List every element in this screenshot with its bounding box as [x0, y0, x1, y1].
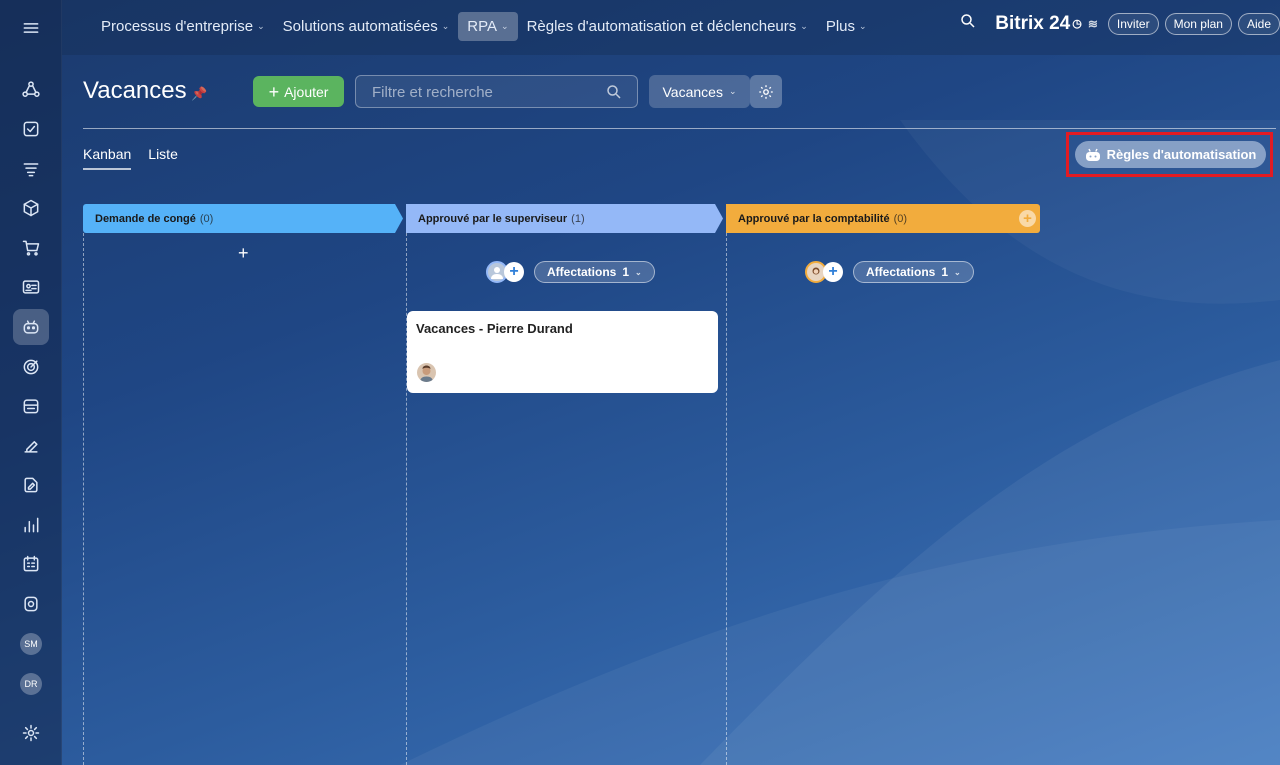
menu-icon[interactable] [13, 10, 49, 46]
logo-text: Bitrix 24 [995, 12, 1071, 34]
column-divider [83, 233, 84, 765]
nav-label: Processus d'entreprise [101, 18, 254, 35]
workflow-icon[interactable] [13, 72, 49, 108]
settings-toggle-icon: ≋ [1087, 16, 1098, 31]
robot-icon[interactable] [13, 309, 49, 345]
invite-button[interactable]: Inviter [1107, 12, 1159, 35]
marketplace-icon[interactable] [13, 586, 49, 622]
avatar[interactable]: DR [20, 673, 42, 695]
column-header-accounting[interactable]: Approuvé par la comptabilité (0) [726, 204, 1040, 233]
tab-list[interactable]: Liste [148, 146, 178, 170]
nav-label: Règles d'automatisation et déclencheurs [526, 18, 797, 35]
column-divider [406, 233, 407, 765]
add-button[interactable]: + Ajouter [253, 76, 344, 107]
sign-icon[interactable] [13, 428, 49, 464]
assignments-label: Affectations [866, 265, 936, 279]
column-title: Demande de congé [95, 212, 196, 225]
assignments-dropdown[interactable]: Affectations 1 ⌄ [534, 261, 655, 283]
assignments-row: + Affectations 1 ⌄ [805, 261, 974, 283]
contact-card-icon[interactable] [13, 269, 49, 305]
column-title: Approuvé par la comptabilité [738, 212, 890, 225]
highlight-box: Règles d'automatisation [1066, 132, 1273, 177]
cart-icon[interactable] [13, 230, 49, 266]
document-edit-icon[interactable] [13, 467, 49, 503]
header-divider [83, 128, 1276, 129]
plus-icon: + [268, 81, 280, 102]
automation-rules-label: Règles d'automatisation [1106, 147, 1257, 162]
top-right-actions: Bitrix 24 ◷ ≋ Inviter Mon plan Aide [959, 12, 1280, 35]
plan-button[interactable]: Mon plan [1164, 12, 1232, 35]
view-label: Vacances [662, 83, 723, 100]
nav-automated-solutions[interactable]: Solutions automatisées ⌄ [274, 12, 459, 41]
column-divider [726, 233, 727, 765]
nav-automation-rules[interactable]: Règles d'automatisation et déclencheurs ⌄ [518, 12, 817, 41]
help-button[interactable]: Aide [1237, 12, 1280, 35]
nav-more[interactable]: Plus ⌄ [817, 12, 876, 41]
avatar[interactable]: SM [20, 633, 42, 655]
search-icon[interactable] [959, 12, 977, 35]
analytics-icon[interactable] [13, 507, 49, 543]
column-count: (1) [571, 212, 585, 225]
chevron-down-icon: ⌄ [635, 267, 642, 277]
chevron-down-icon: ⌄ [954, 267, 961, 277]
calendar-icon[interactable] [13, 546, 49, 582]
assignments-count: 1 [941, 265, 949, 279]
left-sidebar: SM DR [0, 0, 62, 765]
chevron-down-icon: ⌄ [728, 86, 737, 96]
robot-icon [1085, 148, 1100, 161]
box-icon[interactable] [13, 190, 49, 226]
assignments-count: 1 [622, 265, 630, 279]
view-tabs: Kanban Liste [83, 146, 178, 170]
search-placeholder: Filtre et recherche [372, 84, 493, 101]
column-header-leave-request[interactable]: Demande de congé (0) [83, 204, 403, 233]
chevron-down-icon: ⌄ [441, 21, 450, 31]
add-label: Ajouter [284, 83, 329, 100]
column-title: Approuvé par le superviseur [418, 212, 568, 225]
page-title: Vacances [83, 77, 187, 104]
bitrix-logo[interactable]: Bitrix 24 ◷ ≋ [995, 13, 1098, 35]
column-header-supervisor[interactable]: Approuvé par le superviseur (1) [406, 204, 723, 233]
view-selector-button[interactable]: Vacances ⌄ [649, 75, 750, 108]
nav-label: Plus [825, 18, 856, 35]
card-title[interactable]: Vacances - Pierre Durand [416, 321, 709, 336]
tasks-icon[interactable] [13, 111, 49, 147]
kanban-card[interactable]: Vacances - Pierre Durand [407, 311, 718, 393]
store-icon[interactable] [13, 388, 49, 424]
nav-rpa[interactable]: RPA ⌄ [458, 12, 518, 41]
settings-button[interactable] [750, 75, 782, 108]
nav-label: Solutions automatisées [282, 18, 438, 35]
gear-icon [759, 84, 773, 99]
nav-business-processes[interactable]: Processus d'entreprise ⌄ [92, 12, 274, 41]
add-column-button[interactable]: + [1019, 210, 1036, 227]
add-assignee-button[interactable]: + [504, 262, 524, 282]
assignments-row: + Affectations 1 ⌄ [486, 261, 655, 283]
chevron-down-icon: ⌄ [257, 21, 265, 31]
top-bar: Processus d'entreprise ⌄ Solutions automa… [62, 0, 1280, 55]
column-count: (0) [199, 212, 214, 225]
chevron-down-icon: ⌄ [800, 21, 808, 31]
automation-rules-button[interactable]: Règles d'automatisation [1075, 141, 1266, 168]
page-header: Vacances 📌 + Ajouter Filtre et recherche … [83, 75, 1263, 109]
tab-kanban[interactable]: Kanban [83, 146, 132, 170]
add-card-button[interactable]: + [238, 243, 249, 264]
top-navigation: Processus d'entreprise ⌄ Solutions automa… [92, 12, 876, 41]
chevron-down-icon: ⌄ [501, 21, 509, 31]
nav-label: RPA [467, 18, 498, 35]
avatar[interactable] [417, 363, 436, 382]
search-input[interactable]: Filtre et recherche [355, 75, 638, 108]
add-assignee-button[interactable]: + [823, 262, 843, 282]
settings-icon[interactable] [13, 715, 49, 751]
assignments-dropdown[interactable]: Affectations 1 ⌄ [853, 261, 974, 283]
target-icon[interactable] [13, 349, 49, 385]
chevron-down-icon: ⌄ [859, 21, 867, 31]
funnel-icon[interactable] [13, 151, 49, 187]
clock-icon: ◷ [1072, 18, 1082, 30]
column-count: (0) [893, 212, 908, 225]
search-icon[interactable] [605, 83, 623, 105]
pin-icon[interactable]: 📌 [191, 86, 207, 102]
assignments-label: Affectations [547, 265, 617, 279]
